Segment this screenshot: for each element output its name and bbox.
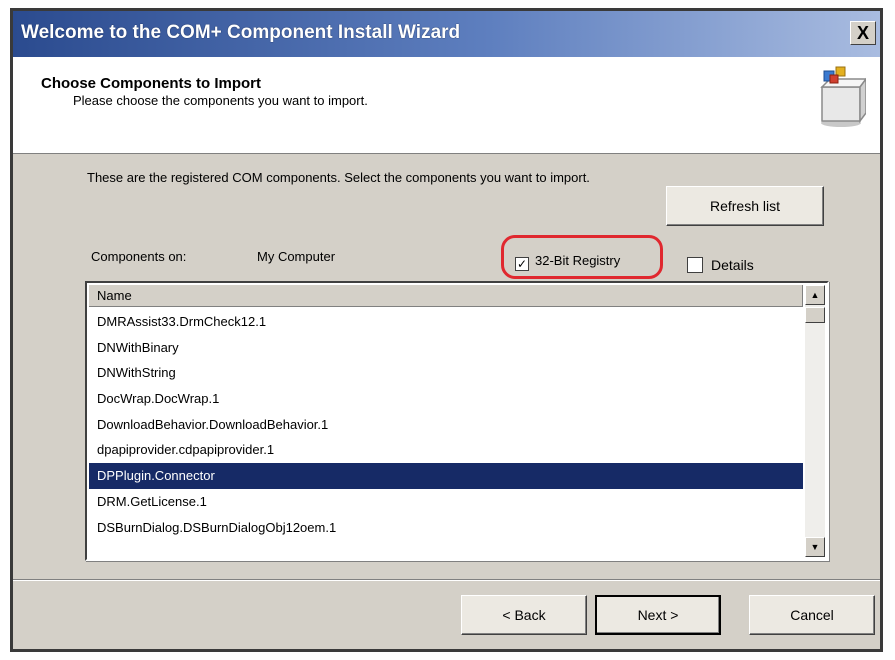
list-item[interactable]: DSBurnDialog.DSBurnDialogObj12oem.1 [89,515,803,541]
list-item[interactable]: DownloadBehavior.DownloadBehavior.1 [89,412,803,438]
footer-divider [13,579,880,581]
details-label: Details [711,257,754,273]
details-checkbox[interactable] [687,257,703,273]
wizard-header: Choose Components to Import Please choos… [13,57,880,154]
component-box-icon [820,66,866,127]
scroll-down-button[interactable]: ▼ [805,537,825,557]
vertical-scrollbar[interactable]: ▲ ▼ [805,285,825,557]
list-item[interactable]: DRM.GetLicense.1 [89,489,803,515]
column-header-name[interactable]: Name [89,285,803,307]
registry-label: 32-Bit Registry [535,253,621,268]
wizard-window: Welcome to the COM+ Component Install Wi… [10,8,883,652]
list-item[interactable]: DMRAssist33.DrmCheck12.1 [89,309,803,335]
list-item[interactable]: DocWrap.DocWrap.1 [89,386,803,412]
next-button[interactable]: Next > [595,595,721,635]
close-button[interactable]: X [850,21,876,45]
list-item-selected[interactable]: DPPlugin.Connector [89,463,803,489]
page-subtitle: Please choose the components you want to… [73,93,368,108]
checkmark-icon: ✓ [516,257,528,271]
cancel-button[interactable]: Cancel [749,595,875,635]
list-items: DMRAssist33.DrmCheck12.1 DNWithBinary DN… [89,309,803,540]
scroll-down-arrow-icon: ▼ [810,542,820,552]
back-button[interactable]: < Back [461,595,587,635]
scroll-up-button[interactable]: ▲ [805,285,825,305]
refresh-list-button[interactable]: Refresh list [666,186,824,226]
window-title: Welcome to the COM+ Component Install Wi… [21,22,461,43]
scroll-thumb[interactable] [805,307,825,323]
page-title: Choose Components to Import [41,75,261,92]
title-bar[interactable]: Welcome to the COM+ Component Install Wi… [13,11,880,58]
list-item[interactable]: DNWithString [89,360,803,386]
close-icon: X [856,22,869,43]
list-item[interactable]: DNWithBinary [89,335,803,361]
registry-checkbox[interactable]: ✓ [515,257,529,271]
components-on-label: Components on: [91,249,187,264]
components-on-value: My Computer [257,249,336,264]
components-list[interactable]: Name DMRAssist33.DrmCheck12.1 DNWithBina… [85,281,829,561]
list-item[interactable]: dpapiprovider.cdpapiprovider.1 [89,437,803,463]
scroll-up-arrow-icon: ▲ [810,290,820,300]
intro-text: These are the registered COM components.… [87,170,590,185]
